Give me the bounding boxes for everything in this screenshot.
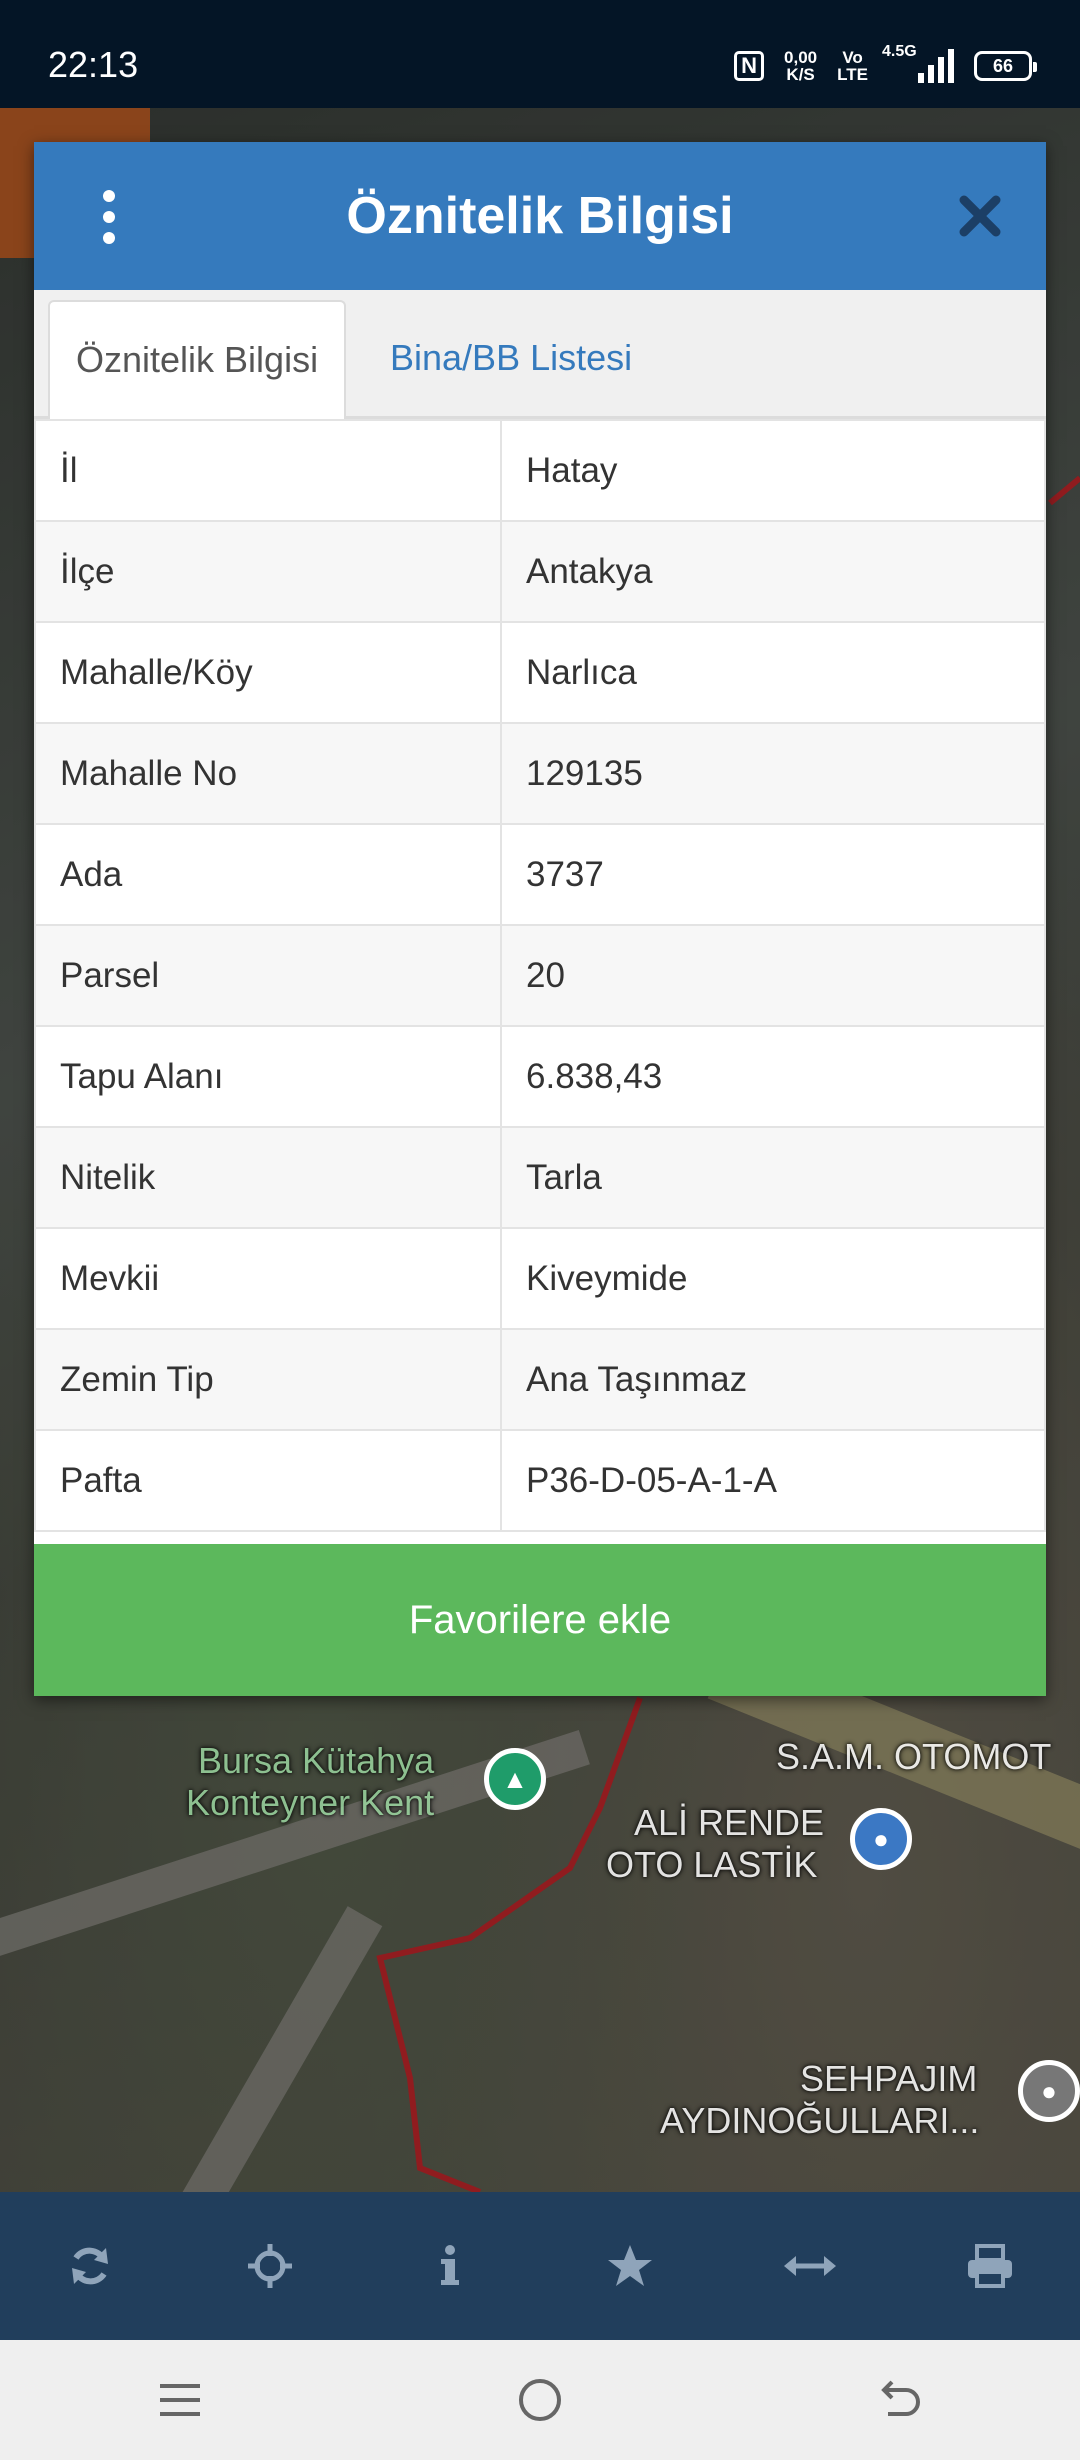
info-icon[interactable] <box>420 2236 480 2296</box>
row-value: Hatay <box>500 419 1046 522</box>
row-value: Tarla <box>500 1126 1046 1229</box>
table-row: Pafta P36-D-05-A-1-A <box>34 1429 1046 1532</box>
dialog-title: Öznitelik Bilgisi <box>346 187 734 245</box>
table-row: Mahalle/Köy Narlıca <box>34 621 1046 724</box>
dialog-tabs: Öznitelik Bilgisi Bina/BB Listesi <box>34 290 1046 419</box>
place-pin-icon[interactable]: ● <box>1018 2060 1080 2122</box>
table-row: Nitelik Tarla <box>34 1126 1046 1229</box>
row-key: İl <box>34 419 502 522</box>
print-icon[interactable] <box>960 2236 1020 2296</box>
table-row: Mahalle No 129135 <box>34 722 1046 825</box>
row-value: Narlıca <box>500 621 1046 724</box>
map-label: OTO LASTİK <box>606 1844 818 1885</box>
park-pin-icon[interactable]: ▲ <box>484 1748 546 1810</box>
map-label: Bursa Kütahya <box>198 1740 435 1781</box>
tab-attributes[interactable]: Öznitelik Bilgisi <box>48 300 347 419</box>
row-key: Mevkii <box>34 1227 502 1330</box>
signal-icon: 4.5G <box>882 43 954 83</box>
row-key: Mahalle No <box>34 722 502 825</box>
status-bar: 22:13 N 0,00 K/S Vo LTE 4.5G 66 <box>0 0 1080 108</box>
map-label: AYDINOĞULLARI... <box>660 2100 980 2141</box>
dialog-header: Öznitelik Bilgisi <box>34 142 1046 290</box>
map-label: S.A.M. OTOMOT <box>776 1736 1052 1777</box>
tab-building-list[interactable]: Bina/BB Listesi <box>364 300 658 416</box>
attribute-dialog: Öznitelik Bilgisi Öznitelik Bilgisi Bina… <box>34 142 1046 1696</box>
row-key: Pafta <box>34 1429 502 1532</box>
back-icon[interactable] <box>870 2370 930 2430</box>
table-row: Mevkii Kiveymide <box>34 1227 1046 1330</box>
row-value: Ana Taşınmaz <box>500 1328 1046 1431</box>
add-favorite-button[interactable]: Favorilere ekle <box>34 1544 1046 1696</box>
row-value: Antakya <box>500 520 1046 623</box>
table-row: Tapu Alanı 6.838,43 <box>34 1025 1046 1128</box>
menu-icon[interactable] <box>150 2370 210 2430</box>
row-key: Nitelik <box>34 1126 502 1229</box>
row-value: 6.838,43 <box>500 1025 1046 1128</box>
net-speed-unit: K/S <box>786 65 815 84</box>
table-row: Parsel 20 <box>34 924 1046 1027</box>
attribute-table: İl Hatay İlçe Antakya Mahalle/Köy Narlıca M… <box>34 419 1046 1532</box>
refresh-icon[interactable] <box>60 2236 120 2296</box>
row-key: Parsel <box>34 924 502 1027</box>
table-row: İl Hatay <box>34 419 1046 522</box>
volte-bottom: LTE <box>837 65 868 84</box>
nfc-icon: N <box>734 51 765 81</box>
status-time: 22:13 <box>48 44 139 85</box>
row-key: İlçe <box>34 520 502 623</box>
map-label: Konteyner Kent <box>186 1782 435 1823</box>
net-speed-value: 0,00 <box>784 48 818 67</box>
row-value: P36-D-05-A-1-A <box>500 1429 1046 1532</box>
row-value: 3737 <box>500 823 1046 926</box>
table-row: Ada 3737 <box>34 823 1046 926</box>
row-value: Kiveymide <box>500 1227 1046 1330</box>
net-speed: 0,00 K/S <box>784 49 817 83</box>
table-row: İlçe Antakya <box>34 520 1046 623</box>
row-key: Tapu Alanı <box>34 1025 502 1128</box>
bottom-toolbar <box>0 2192 1080 2340</box>
row-value: 129135 <box>500 722 1046 825</box>
map-label: SEHPAJIM <box>800 2058 978 2099</box>
row-key: Ada <box>34 823 502 926</box>
battery-level: 66 <box>992 55 1014 76</box>
locate-icon[interactable] <box>240 2236 300 2296</box>
system-nav-bar <box>0 2340 1080 2460</box>
battery-icon: 66 <box>974 51 1037 81</box>
row-value: 20 <box>500 924 1046 1027</box>
table-row: Zemin Tip Ana Taşınmaz <box>34 1328 1046 1431</box>
home-icon[interactable] <box>510 2370 570 2430</box>
network-type: 4.5G <box>882 43 917 60</box>
volte-icon: Vo LTE <box>837 49 868 83</box>
status-icons: N 0,00 K/S Vo LTE 4.5G 66 <box>734 43 1037 86</box>
shop-pin-icon[interactable]: ● <box>850 1808 912 1870</box>
star-icon[interactable] <box>600 2236 660 2296</box>
close-icon[interactable] <box>950 186 1010 246</box>
map-label: ALİ RENDE <box>634 1802 825 1843</box>
row-key: Zemin Tip <box>34 1328 502 1431</box>
volte-top: Vo <box>842 48 863 67</box>
measure-icon[interactable] <box>780 2236 840 2296</box>
row-key: Mahalle/Köy <box>34 621 502 724</box>
